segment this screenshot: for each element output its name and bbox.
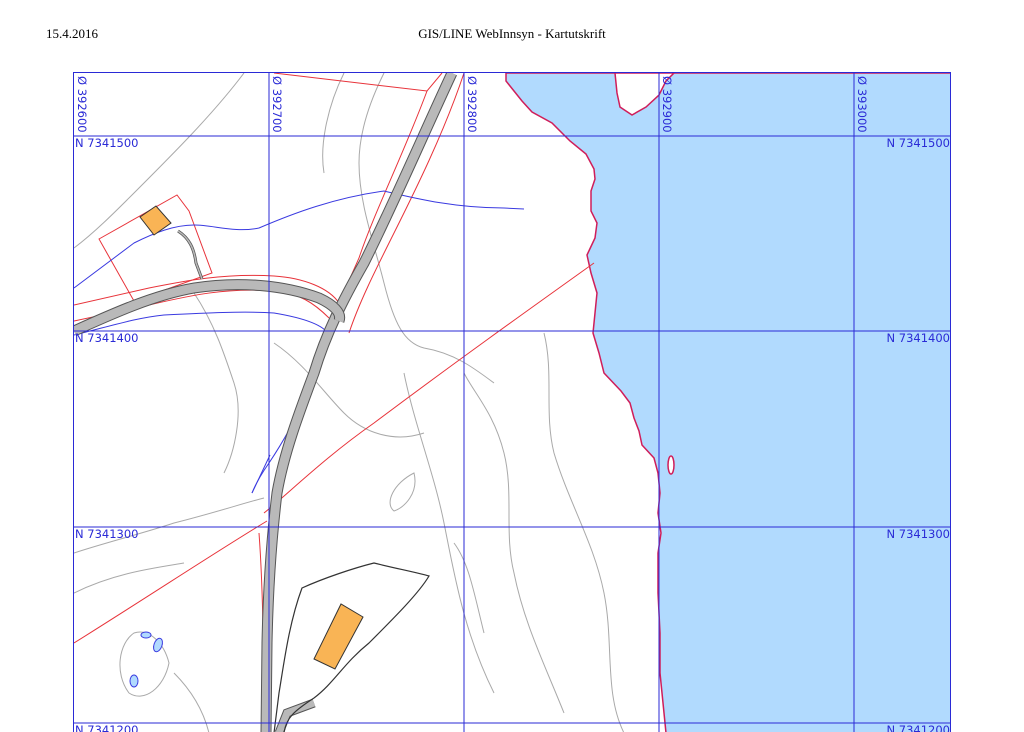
building-footprint <box>313 603 364 670</box>
easting-label: Ø 392800 <box>465 76 479 133</box>
map-frame[interactable]: Ø 392600 Ø 392700 Ø 392800 Ø 392900 Ø 39… <box>73 72 951 732</box>
northing-label: N 7341500 <box>75 136 138 150</box>
northing-label: N 7341400 <box>75 331 138 345</box>
northing-label: N 7341300 <box>75 527 138 541</box>
streams <box>74 190 525 494</box>
ponds <box>129 631 163 688</box>
building-footprint <box>139 205 172 236</box>
page-title: GIS/LINE WebInnsyn - Kartutskrift <box>418 26 606 41</box>
driveway <box>177 229 204 280</box>
easting-label: Ø 392700 <box>270 76 284 133</box>
islet <box>667 455 675 475</box>
northing-label-right: N 7341300 <box>887 527 950 541</box>
easting-label: Ø 392900 <box>660 76 674 133</box>
northing-label-right: N 7341400 <box>887 331 950 345</box>
northing-label: N 7341200 <box>75 723 138 732</box>
water-area <box>505 73 950 732</box>
easting-label: Ø 393000 <box>855 76 869 133</box>
easting-label: Ø 392600 <box>75 76 89 133</box>
northing-label-right: N 7341500 <box>887 136 950 150</box>
northing-label-right: N 7341200 <box>887 723 950 732</box>
